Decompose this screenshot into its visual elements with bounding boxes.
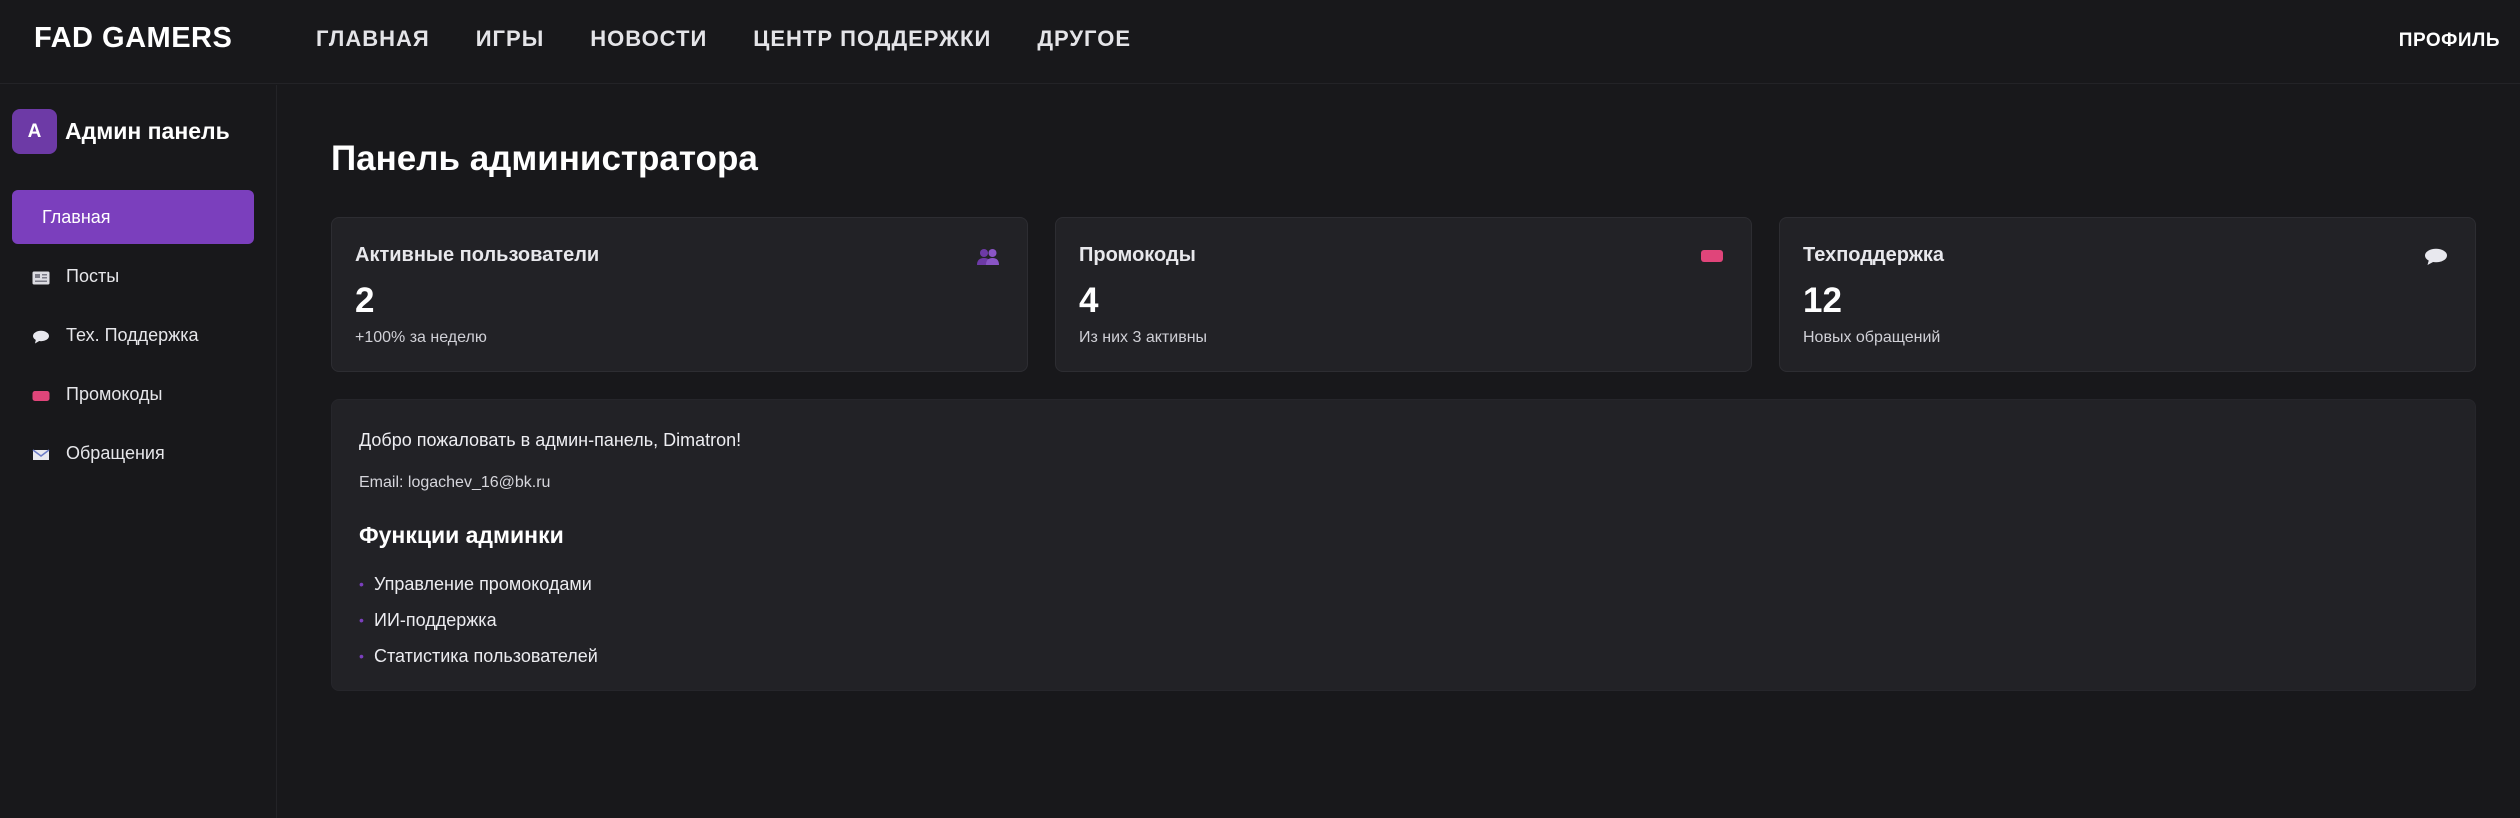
- feature-label: Статистика пользователей: [374, 645, 598, 666]
- nav-games[interactable]: ИГРЫ: [476, 26, 545, 52]
- sidebar-item-label: Обращения: [66, 442, 165, 463]
- card-label: Техподдержка: [1803, 244, 1945, 266]
- bullet-icon: •: [359, 648, 364, 664]
- card-value: 4: [1079, 281, 1099, 320]
- page-title: Панель администратора: [331, 139, 758, 178]
- top-navbar: FAD GAMERS ГЛАВНАЯ ИГРЫ НОВОСТИ ЦЕНТР ПО…: [0, 0, 2520, 84]
- sidebar-item-promocodes[interactable]: Промокоды: [12, 367, 254, 421]
- speech-bubble-icon: [32, 328, 50, 344]
- card-subtext: Новых обращений: [1803, 329, 1941, 346]
- list-item: • Управление промокодами: [359, 566, 598, 602]
- envelope-icon: [32, 446, 50, 460]
- profile-link[interactable]: ПРОФИЛЬ: [2399, 30, 2500, 52]
- feature-label: ИИ-поддержка: [374, 609, 497, 630]
- stat-card-promocodes: Промокоды 4 Из них 3 активны: [1055, 217, 1752, 372]
- sidebar-title: Админ панель: [65, 118, 230, 144]
- welcome-panel: Добро пожаловать в админ-панель, Dimatro…: [331, 399, 2476, 691]
- list-item: • ИИ-поддержка: [359, 602, 598, 638]
- sidebar: A Админ панель Главная Посты Тех. Поддер…: [0, 85, 277, 818]
- list-item: • Статистика пользователей: [359, 638, 598, 674]
- sidebar-item-label: Посты: [66, 265, 120, 286]
- nav-home[interactable]: ГЛАВНАЯ: [316, 26, 430, 52]
- feature-label: Управление промокодами: [374, 573, 592, 594]
- welcome-greeting: Добро пожаловать в админ-панель, Dimatro…: [359, 430, 742, 450]
- sidebar-item-label: Главная: [42, 206, 111, 227]
- ticket-icon: [32, 387, 50, 401]
- sidebar-item-home[interactable]: Главная: [12, 190, 254, 244]
- main-nav: ГЛАВНАЯ ИГРЫ НОВОСТИ ЦЕНТР ПОДДЕРЖКИ ДРУ…: [316, 26, 1131, 52]
- bullet-icon: •: [359, 576, 364, 592]
- nav-other[interactable]: ДРУГОЕ: [1037, 26, 1131, 52]
- nav-news[interactable]: НОВОСТИ: [590, 26, 707, 52]
- sidebar-item-requests[interactable]: Обращения: [12, 426, 254, 480]
- brand-logo[interactable]: FAD GAMERS: [34, 22, 232, 55]
- features-list: • Управление промокодами • ИИ-поддержка …: [359, 566, 598, 674]
- sidebar-item-label: Тех. Поддержка: [66, 324, 199, 345]
- speech-bubble-icon: [2424, 248, 2448, 271]
- users-icon: [976, 248, 1000, 271]
- card-label: Промокоды: [1079, 244, 1196, 266]
- avatar: A: [12, 109, 57, 154]
- bullet-icon: •: [359, 612, 364, 628]
- ticket-icon: [1700, 248, 1724, 269]
- card-subtext: +100% за неделю: [355, 329, 487, 346]
- stat-card-active-users: Активные пользователи 2 +100% за неделю: [331, 217, 1028, 372]
- nav-support-center[interactable]: ЦЕНТР ПОДДЕРЖКИ: [753, 26, 991, 52]
- card-value: 12: [1803, 281, 1842, 320]
- sidebar-item-tech-support[interactable]: Тех. Поддержка: [12, 308, 254, 362]
- features-heading: Функции админки: [359, 522, 564, 548]
- card-value: 2: [355, 281, 375, 320]
- admin-email: Email: logachev_16@bk.ru: [359, 474, 551, 491]
- sidebar-item-label: Промокоды: [66, 383, 163, 404]
- sidebar-item-posts[interactable]: Посты: [12, 249, 254, 303]
- sidebar-header: A Админ панель: [12, 109, 230, 154]
- sidebar-menu: Главная Посты Тех. Поддержка Промокоды О…: [12, 190, 254, 485]
- card-subtext: Из них 3 активны: [1079, 329, 1208, 346]
- card-label: Активные пользователи: [355, 244, 600, 266]
- stat-card-tech-support: Техподдержка 12 Новых обращений: [1779, 217, 2476, 372]
- newspaper-icon: [32, 269, 50, 285]
